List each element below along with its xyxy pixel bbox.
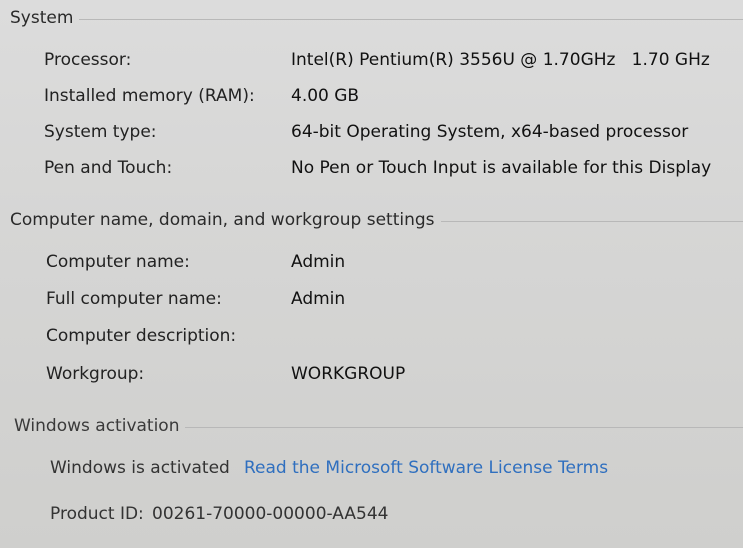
- section-divider: [185, 426, 743, 428]
- computer-description-label: Computer description:: [46, 326, 237, 346]
- processor-row: Processor: Intel(R) Pentium(R) 3556U @ 1…: [0, 46, 743, 74]
- system-section-title: System: [10, 8, 74, 28]
- license-terms-link[interactable]: Read the Microsoft Software License Term…: [244, 458, 608, 478]
- system-type-value: 64-bit Operating System, x64-based proce…: [291, 122, 689, 142]
- system-section-header: System: [10, 6, 743, 30]
- activation-section-header: Windows activation: [14, 414, 743, 438]
- computer-section-title: Computer name, domain, and workgroup set…: [10, 210, 435, 230]
- activation-status-row: Windows is activated Read the Microsoft …: [0, 454, 743, 482]
- full-computer-name-label: Full computer name:: [46, 289, 222, 309]
- product-id-value: 00261-70000-00000-AA544: [152, 504, 389, 524]
- activation-section-title: Windows activation: [14, 416, 180, 436]
- pen-touch-value: No Pen or Touch Input is available for t…: [291, 158, 712, 178]
- memory-value: 4.00 GB: [291, 86, 360, 106]
- system-type-row: System type: 64-bit Operating System, x6…: [0, 118, 743, 146]
- full-computer-name-row: Full computer name: Admin: [0, 285, 743, 313]
- section-divider: [79, 18, 743, 20]
- computer-section-header: Computer name, domain, and workgroup set…: [10, 208, 743, 232]
- computer-name-row: Computer name: Admin: [0, 248, 743, 276]
- memory-label: Installed memory (RAM):: [44, 86, 255, 106]
- processor-value: Intel(R) Pentium(R) 3556U @ 1.70GHz 1.70…: [291, 50, 710, 70]
- memory-row: Installed memory (RAM): 4.00 GB: [0, 82, 743, 110]
- full-computer-name-value: Admin: [291, 289, 346, 309]
- activation-status: Windows is activated: [50, 458, 230, 478]
- pen-touch-row: Pen and Touch: No Pen or Touch Input is …: [0, 154, 743, 182]
- system-type-label: System type:: [44, 122, 157, 142]
- computer-name-value: Admin: [291, 252, 346, 272]
- computer-description-row: Computer description:: [0, 322, 743, 350]
- pen-touch-label: Pen and Touch:: [44, 158, 173, 178]
- workgroup-row: Workgroup: WORKGROUP: [0, 360, 743, 388]
- processor-label: Processor:: [44, 50, 132, 70]
- product-id-label: Product ID:: [50, 504, 144, 524]
- workgroup-label: Workgroup:: [46, 364, 145, 384]
- computer-name-label: Computer name:: [46, 252, 190, 272]
- section-divider: [440, 220, 743, 222]
- product-id-row: Product ID: 00261-70000-00000-AA544: [0, 500, 743, 528]
- workgroup-value: WORKGROUP: [291, 364, 406, 384]
